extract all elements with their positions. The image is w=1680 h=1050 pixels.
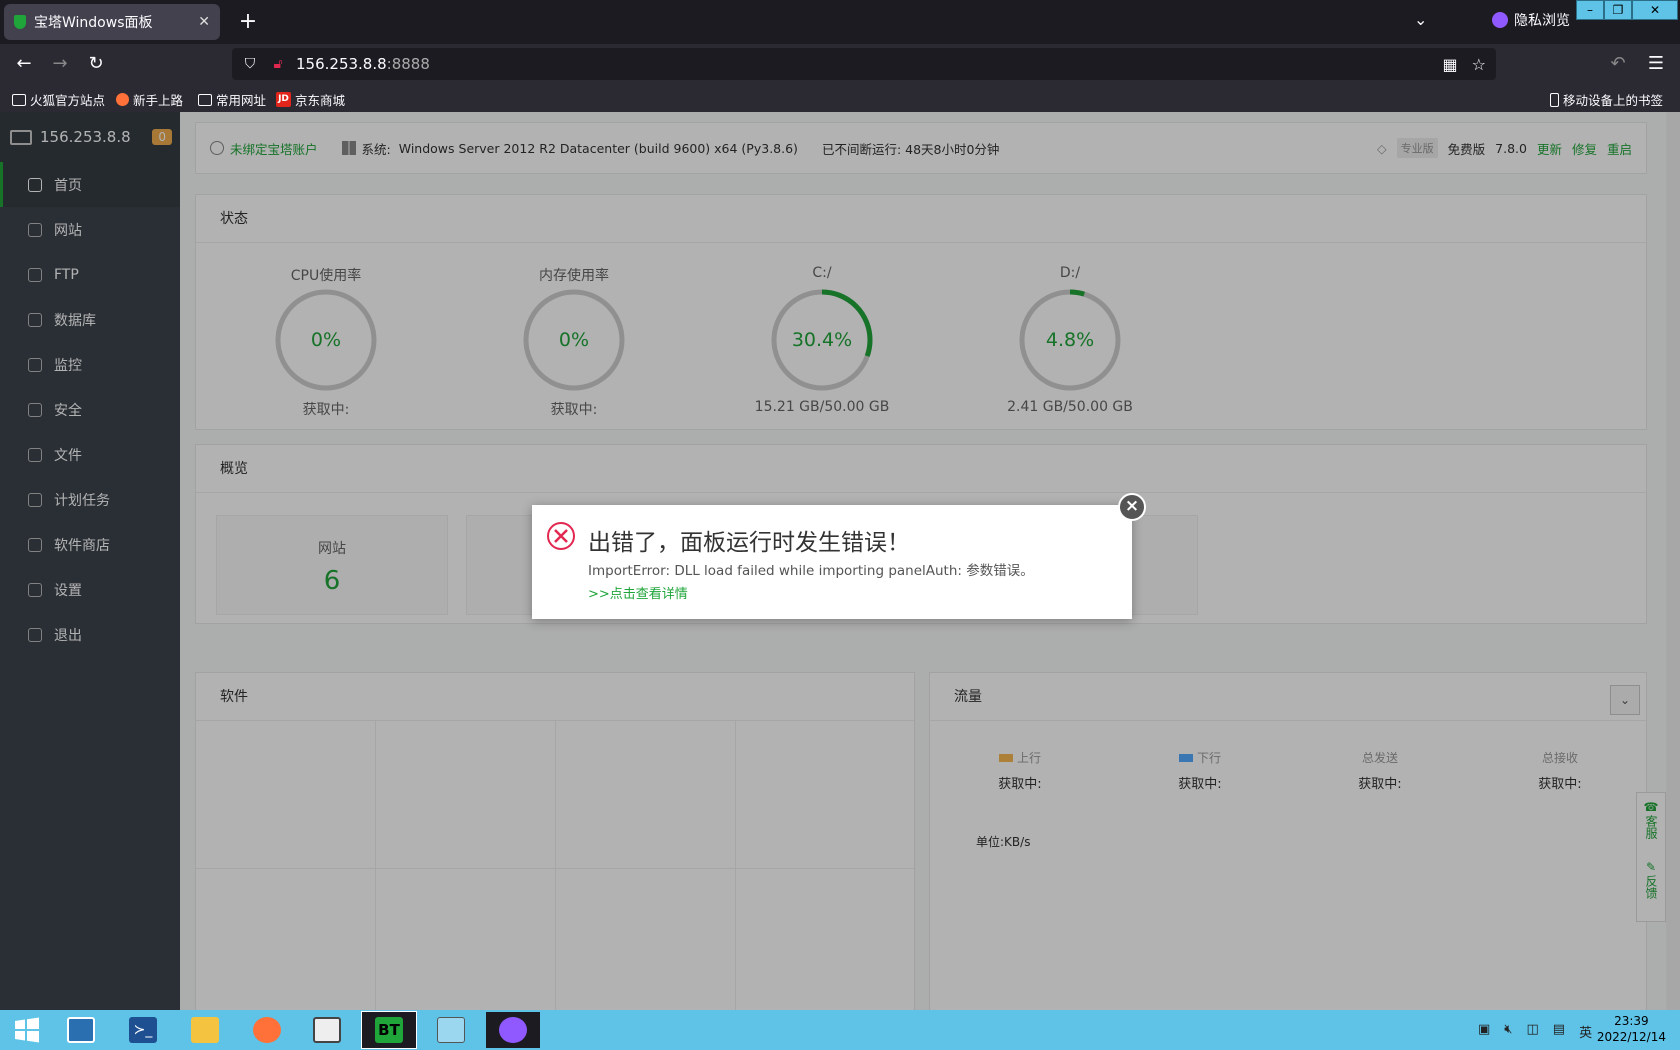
url-host: 156.253.8.8 [296,55,387,73]
folder-icon [198,93,212,106]
new-tab-button[interactable]: + [234,8,262,36]
bookmark-item[interactable]: 常用网址 [198,90,266,109]
tab-title: 宝塔Windows面板 [34,15,153,31]
ime-indicator[interactable]: 英 [1579,1022,1592,1041]
error-details-link[interactable]: >>点击查看详情 [588,583,688,602]
reload-icon[interactable]: ↻ [82,52,110,76]
firefox-icon [116,93,129,106]
notepad-icon[interactable] [424,1012,478,1048]
undo-icon[interactable]: ↶ [1604,52,1632,76]
folder-icon [12,93,26,106]
firefox-taskbar-icon[interactable] [240,1012,294,1048]
back-arrow-icon[interactable]: ← [10,52,38,76]
private-browsing-indicator: 隐私浏览 [1492,10,1570,30]
qr-code-icon[interactable]: ▦ [1443,55,1458,74]
private-mask-icon [1492,12,1508,28]
network-icon[interactable]: ▣ [1478,1022,1490,1041]
error-dialog: 出错了，面板运行时发生错误！ ImportError: DLL load fai… [532,493,1146,619]
forward-arrow-icon[interactable]: → [46,52,74,76]
volume-muted-icon[interactable]: 🔇︎ [1504,1022,1512,1041]
bookmark-label: 京东商城 [295,93,346,108]
windows-taskbar: ≻_ BT ▣ 🔇︎ ◫ ▤ 英 23:39 2022/12/14 [0,1010,1680,1050]
error-x-icon [547,522,575,550]
bookmark-star-icon[interactable]: ☆ [1472,55,1486,74]
dialog-close-icon[interactable]: × [1118,493,1146,521]
page-viewport: 156.253.8.8 0 首页 网站 FTP 数据库 监控 安全 文件 计划任务 软件商店 设置… [0,112,1680,1010]
firefox-private-taskbar-icon[interactable] [486,1012,540,1048]
private-label: 隐私浏览 [1514,13,1570,29]
bookmark-label: 常用网址 [216,93,267,108]
insecure-lock-icon[interactable]: 🔓︎ [268,56,288,72]
restore-button[interactable]: ❐ [1604,0,1632,20]
url-port: :8888 [386,55,430,73]
error-title: 出错了，面板运行时发生错误！ [588,530,910,556]
clock-time: 23:39 [1614,1014,1649,1028]
server-manager-icon[interactable] [54,1012,108,1048]
hamburger-menu-icon[interactable]: ☰ [1642,52,1670,76]
tab-close-icon[interactable]: ✕ [198,14,210,30]
mobile-bookmarks[interactable]: 移动设备上的书签 [1550,90,1663,109]
bookmark-label: 移动设备上的书签 [1563,93,1664,108]
list-tabs-chevron-icon[interactable]: ⌄ [1414,10,1427,29]
minimize-button[interactable]: – [1576,0,1604,20]
jd-logo-icon: JD [276,92,291,107]
network-status-icon[interactable]: ◫ [1527,1022,1539,1041]
bt-favicon-icon [14,15,26,29]
system-tray: ▣ 🔇︎ ◫ ▤ 英 [1478,1022,1592,1041]
bookmarks-toolbar: 火狐官方站点 新手上路 常用网址 JD 京东商城 移动设备上的书签 [0,84,1680,112]
close-window-button[interactable]: ✕ [1632,0,1678,20]
error-message: ImportError: DLL load failed while impor… [588,563,1034,579]
clock-date: 2022/12/14 [1596,1030,1666,1044]
browser-nav-bar: ← → ↻ ⛉ 🔓︎ 156.253.8.8 :8888 ▦ ☆ ↶ ☰ [0,44,1680,84]
bookmark-item[interactable]: 火狐官方站点 [12,90,105,109]
browser-tab-bar: 宝塔Windows面板 ✕ + ⌄ 隐私浏览 – ❐ ✕ [0,0,1680,44]
bookmark-item[interactable]: 新手上路 [116,90,183,109]
bookmark-label: 新手上路 [133,93,184,108]
start-windows-icon[interactable] [0,1012,54,1048]
shield-tracking-icon[interactable]: ⛉ [240,56,260,72]
bt-panel-taskbar-icon[interactable]: BT [361,1011,417,1049]
url-bar[interactable]: ⛉ 🔓︎ 156.253.8.8 :8888 ▦ ☆ [232,48,1496,80]
action-center-icon[interactable]: ▤ [1553,1022,1565,1041]
powershell-icon[interactable]: ≻_ [116,1012,170,1048]
bookmark-item[interactable]: JD 京东商城 [276,90,345,109]
bookmark-label: 火狐官方站点 [30,93,106,108]
app-window-icon[interactable] [300,1012,354,1048]
mobile-icon [1550,92,1559,107]
clock[interactable]: 23:39 2022/12/14 [1597,1013,1666,1045]
file-explorer-icon[interactable] [178,1012,232,1048]
browser-tab[interactable]: 宝塔Windows面板 ✕ [4,4,220,40]
